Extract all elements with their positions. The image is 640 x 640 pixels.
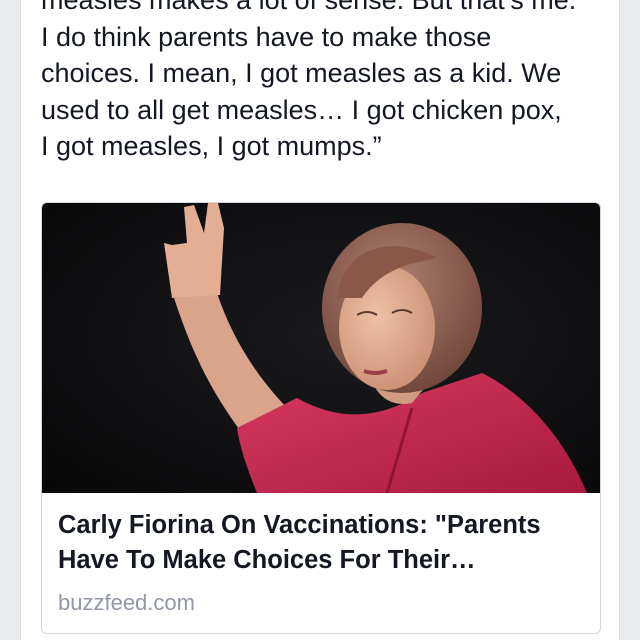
post-text: measles makes a lot of sense. But that’s…	[41, 0, 611, 165]
link-title-line: Carly Fiorina On Vaccinations: "Parents	[58, 511, 541, 539]
link-title[interactable]: Carly Fiorina On Vaccinations: "Parents …	[58, 508, 588, 578]
post-text-line: I got measles, I got mumps.”	[41, 131, 382, 161]
post-card: measles makes a lot of sense. But that’s…	[20, 0, 620, 640]
post-text-line: measles makes a lot of sense. But that’s…	[41, 0, 577, 15]
post-text-line: used to all get measles… I got chicken p…	[41, 94, 562, 125]
post-text-line: choices. I mean, I got measles as a kid.…	[41, 58, 562, 88]
link-title-line: Have To Make Choices For Their…	[58, 546, 476, 574]
link-info: Carly Fiorina On Vaccinations: "Parents …	[58, 508, 588, 616]
link-preview-image[interactable]	[42, 203, 600, 493]
link-preview-card[interactable]: Carly Fiorina On Vaccinations: "Parents …	[41, 202, 601, 634]
post-text-line: I do think parents have to make those	[41, 21, 492, 52]
link-domain: buzzfeed.com	[58, 590, 195, 615]
